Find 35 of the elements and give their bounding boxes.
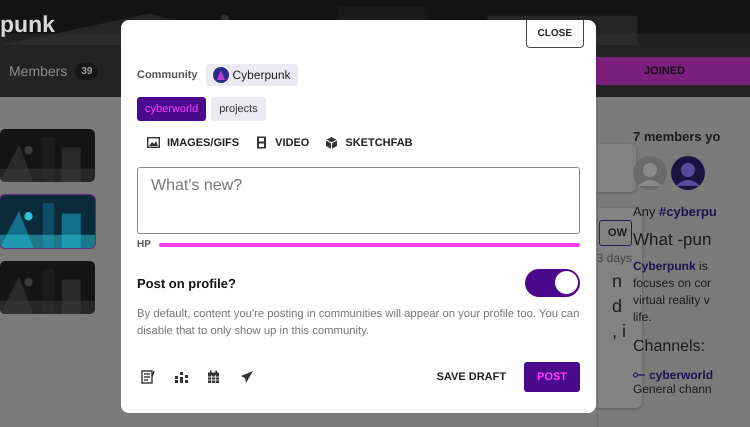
channel-description: General chann bbox=[633, 382, 713, 396]
post-button[interactable]: POST bbox=[524, 362, 580, 392]
tagline-text: Any #cyberpu bbox=[633, 204, 718, 219]
post-on-profile-label: Post on profile? bbox=[137, 276, 236, 290]
post-text-field[interactable]: What's new? bbox=[137, 167, 580, 234]
community-avatar bbox=[212, 67, 228, 83]
post-text: d bbox=[612, 296, 622, 316]
image-icon bbox=[147, 136, 160, 150]
description-text: Cyberpunk is focuses on cor virtual reality v life. bbox=[633, 258, 712, 326]
toggle-switch[interactable] bbox=[525, 269, 580, 297]
members-tab[interactable]: Members 39 bbox=[9, 62, 98, 80]
close-button[interactable]: CLOSE bbox=[526, 20, 584, 48]
member-count: 39 bbox=[75, 62, 98, 80]
community-label: Community bbox=[137, 69, 198, 81]
help-text: By default, content you're posting in communities will appear on your profile too. You can disable that to only show up in this community. bbox=[137, 307, 580, 339]
film-icon bbox=[255, 136, 268, 150]
post-text: , i bbox=[612, 321, 626, 341]
channels-heading: Channels: bbox=[633, 338, 706, 356]
community-chip[interactable]: Cyberpunk bbox=[206, 64, 298, 86]
post-text: n bbox=[612, 271, 622, 291]
hp-label: HP bbox=[137, 239, 151, 250]
attachment-tab[interactable]: VIDEO bbox=[253, 130, 312, 156]
channel-tag[interactable]: cyberworld bbox=[137, 97, 206, 121]
channel-link[interactable]: cyberworld bbox=[649, 368, 714, 382]
community-title: punk bbox=[0, 11, 55, 38]
avatar bbox=[671, 156, 705, 190]
attachment-tab[interactable]: SKETCHFAB bbox=[323, 130, 415, 156]
sidebar-heading: What -pun bbox=[633, 230, 712, 250]
channel-icon bbox=[633, 372, 645, 378]
follow-button[interactable]: OW bbox=[599, 220, 632, 246]
channel-tag[interactable]: projects bbox=[211, 97, 266, 121]
save-draft-button[interactable]: SAVE DRAFT bbox=[430, 370, 512, 384]
attachment-tab[interactable]: IMAGES/GIFS bbox=[145, 130, 242, 156]
cube-icon bbox=[325, 136, 338, 150]
members-heading: 7 members yo bbox=[633, 129, 722, 144]
